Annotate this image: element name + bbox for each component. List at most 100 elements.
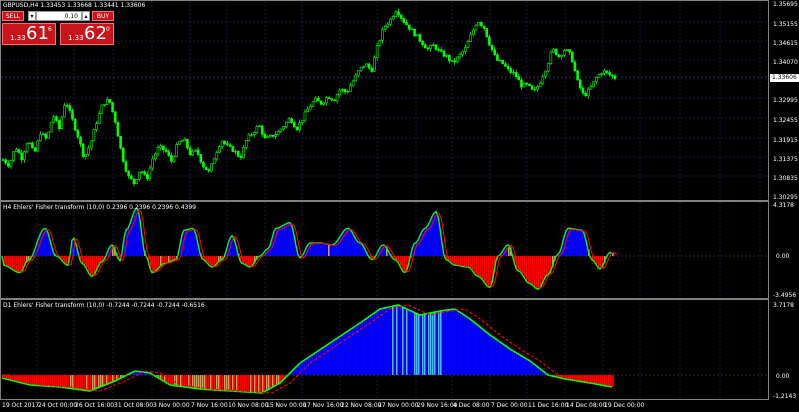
- price-axis-label: 1.31375: [773, 156, 798, 163]
- d1-indicator-title: D1 Ehlers' Fisher transform (10,0) -0.72…: [3, 302, 205, 309]
- candle: [439, 49, 443, 52]
- d1-histogram-bar: [68, 375, 70, 389]
- candle: [504, 63, 507, 67]
- d1-histogram-bar: [98, 375, 100, 388]
- time-axis-label: 17 Nov 16:00: [303, 402, 344, 409]
- h4-histogram-bar: [536, 256, 538, 289]
- candle: [260, 125, 264, 135]
- chart-window[interactable]: GBPUSD,H4 1.33453 1.33668 1.33441 1.3360…: [0, 0, 799, 412]
- d1-histogram-bar: [92, 375, 94, 391]
- candle: [137, 171, 141, 180]
- d1-histogram-bar: [218, 375, 220, 391]
- d1-histogram-bar: [484, 330, 486, 375]
- d1-histogram-bar: [472, 320, 474, 375]
- sell-quote[interactable]: 1.33 61 6: [2, 23, 56, 45]
- d1-histogram-bar: [476, 323, 478, 375]
- candle: [482, 25, 486, 29]
- candle: [111, 102, 114, 113]
- candle: [49, 121, 53, 133]
- candle: [578, 79, 582, 89]
- d1-histogram-bar: [592, 375, 594, 384]
- d1-histogram-bar: [322, 348, 324, 375]
- candle: [143, 171, 146, 175]
- d1-histogram-bar: [450, 309, 452, 375]
- d1-histogram-bar: [94, 375, 96, 390]
- d1-histogram-bar: [528, 359, 530, 375]
- d1-histogram-bar: [506, 346, 508, 375]
- candle: [124, 161, 128, 172]
- d1-histogram-bar: [342, 335, 344, 375]
- candle: [266, 136, 269, 139]
- h4-histogram-bar: [192, 228, 194, 256]
- d1-histogram-bar: [486, 331, 488, 375]
- candle: [65, 105, 69, 107]
- candle: [562, 50, 566, 56]
- quantity-increase-icon[interactable]: ▴: [82, 11, 90, 21]
- d1-histogram-bar: [504, 344, 506, 375]
- d1-histogram-bar: [602, 375, 604, 386]
- d1-histogram-bar: [404, 307, 406, 375]
- d1-histogram-bar: [50, 375, 52, 387]
- h4-histogram-bar: [350, 229, 352, 256]
- d1-histogram-bar: [228, 375, 230, 391]
- candle: [365, 63, 368, 67]
- d1-histogram-bar: [396, 305, 398, 375]
- h4-histogram-bar: [534, 256, 536, 287]
- candle: [183, 138, 187, 142]
- candle: [103, 104, 106, 106]
- buy-button[interactable]: BUY: [92, 11, 114, 21]
- d1-histogram-bar: [16, 375, 18, 382]
- candle: [164, 149, 168, 152]
- d1-histogram-bar: [18, 375, 20, 382]
- d1-histogram-bar: [40, 375, 42, 386]
- candle: [611, 74, 614, 77]
- candle: [154, 153, 157, 160]
- candle: [464, 47, 467, 52]
- candle: [84, 153, 88, 157]
- d1-histogram-bar: [514, 351, 516, 375]
- candle: [129, 175, 133, 180]
- h4-histogram-bar: [614, 254, 616, 256]
- d1-histogram-bar: [302, 361, 304, 375]
- candle: [140, 171, 144, 173]
- buy-price-sup: 0: [106, 26, 110, 33]
- d1-histogram-bar: [402, 306, 404, 375]
- candle: [509, 68, 513, 73]
- h4-histogram-bar: [458, 256, 460, 266]
- candle: [127, 171, 130, 177]
- candle: [613, 75, 617, 79]
- candle: [159, 145, 162, 149]
- quantity-decrease-icon[interactable]: ▾: [28, 11, 36, 21]
- d1-histogram-bar: [78, 375, 80, 390]
- d1-histogram-bar: [468, 317, 470, 375]
- price-axis-label: 1.30295: [773, 194, 798, 201]
- time-axis-label: 4 Dec 08:00: [453, 402, 490, 409]
- candle: [178, 141, 181, 145]
- h4-indicator: [1, 207, 768, 291]
- d1-histogram-bar: [522, 356, 524, 375]
- buy-quote[interactable]: 1.33 62 0: [60, 23, 114, 45]
- candle: [351, 80, 355, 87]
- candle: [89, 140, 93, 149]
- candle: [76, 129, 80, 138]
- quantity-input[interactable]: 0.10: [36, 11, 82, 21]
- d1-histogram-bar: [242, 375, 244, 392]
- time-axis-label: 26 Oct 16:00: [75, 402, 115, 409]
- candle: [7, 162, 10, 167]
- h4-histogram-bar: [540, 256, 542, 288]
- candle: [402, 18, 406, 23]
- candle: [194, 149, 197, 152]
- d1-histogram-bar: [306, 359, 308, 375]
- time-axis-label: 10 Nov 08:00: [228, 402, 269, 409]
- d1-histogram-bar: [482, 328, 484, 375]
- candle: [325, 97, 328, 104]
- h4-histogram-bar: [574, 229, 576, 256]
- sell-button[interactable]: SELL: [2, 11, 24, 21]
- d1-histogram-bar: [58, 375, 60, 387]
- candle: [576, 70, 579, 81]
- d1-histogram-bar: [60, 375, 62, 387]
- d1-histogram-bar: [480, 327, 482, 375]
- candle: [485, 28, 489, 38]
- d1-histogram-bar: [216, 375, 218, 391]
- main-chart-title: GBPUSD,H4 1.33453 1.33668 1.33441 1.3360…: [3, 2, 146, 9]
